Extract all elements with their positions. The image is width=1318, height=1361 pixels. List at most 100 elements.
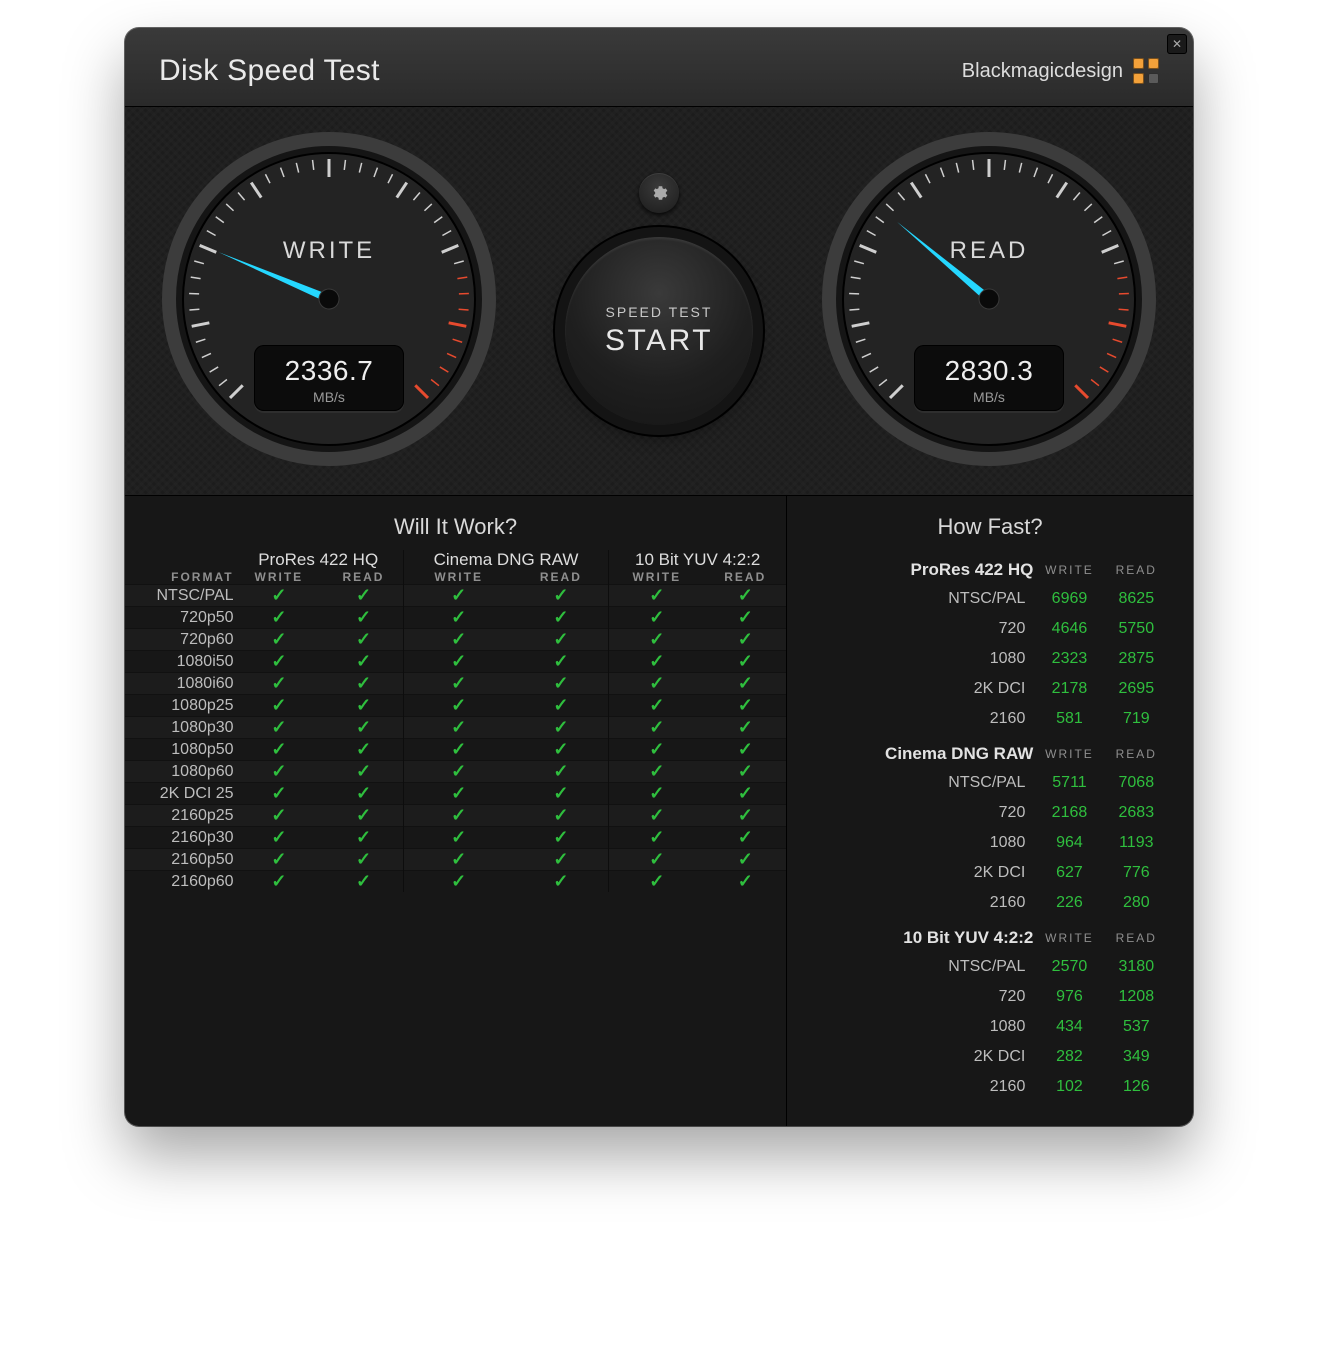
table-row: 2K DCI 25✓✓✓✓✓✓ xyxy=(125,783,786,805)
check-icon: ✓ xyxy=(324,761,403,783)
fast-row-label: NTSC/PAL xyxy=(813,768,1033,798)
gear-icon xyxy=(650,184,668,202)
format-label: 720p50 xyxy=(125,607,234,629)
fast-read-header: READ xyxy=(1106,734,1167,768)
format-label: 2160p50 xyxy=(125,849,234,871)
check-icon: ✓ xyxy=(234,695,325,717)
brand: Blackmagicdesign xyxy=(962,58,1159,84)
check-icon: ✓ xyxy=(704,805,786,827)
check-icon: ✓ xyxy=(704,761,786,783)
table-row: 2160 581 719 xyxy=(813,704,1167,734)
check-icon: ✓ xyxy=(513,607,608,629)
fast-read-value: 1208 xyxy=(1106,982,1167,1012)
fast-read-value: 776 xyxy=(1106,858,1167,888)
check-icon: ✓ xyxy=(234,783,325,805)
sub-read: READ xyxy=(324,570,403,585)
check-icon: ✓ xyxy=(403,805,513,827)
check-icon: ✓ xyxy=(324,673,403,695)
table-row: 2160 102 126 xyxy=(813,1072,1167,1102)
fast-row-label: 720 xyxy=(813,798,1033,828)
check-icon: ✓ xyxy=(324,651,403,673)
fast-row-label: 2K DCI xyxy=(813,858,1033,888)
start-line2: START xyxy=(605,324,713,358)
fast-write-header: WRITE xyxy=(1033,734,1105,768)
check-icon: ✓ xyxy=(324,871,403,893)
fast-row-label: NTSC/PAL xyxy=(813,952,1033,982)
table-row: 720 2168 2683 xyxy=(813,798,1167,828)
format-label: 720p60 xyxy=(125,629,234,651)
start-button[interactable]: SPEED TEST START xyxy=(565,237,753,425)
check-icon: ✓ xyxy=(234,651,325,673)
check-icon: ✓ xyxy=(609,805,705,827)
fast-row-label: 1080 xyxy=(813,644,1033,674)
fast-write-value: 964 xyxy=(1033,828,1105,858)
check-icon: ✓ xyxy=(403,673,513,695)
read-gauge: READ 2830.3 MB/s xyxy=(819,129,1159,469)
check-icon: ✓ xyxy=(513,739,608,761)
fast-codec: 10 Bit YUV 4:2:2 xyxy=(813,918,1033,952)
format-label: 1080i60 xyxy=(125,673,234,695)
check-icon: ✓ xyxy=(609,585,705,607)
fast-read-value: 1193 xyxy=(1106,828,1167,858)
table-row: 1080 964 1193 xyxy=(813,828,1167,858)
check-icon: ✓ xyxy=(704,629,786,651)
fast-write-value: 2168 xyxy=(1033,798,1105,828)
settings-button[interactable] xyxy=(639,173,679,213)
format-label: 2K DCI 25 xyxy=(125,783,234,805)
fast-write-value: 434 xyxy=(1033,1012,1105,1042)
check-icon: ✓ xyxy=(403,695,513,717)
check-icon: ✓ xyxy=(609,651,705,673)
header: Disk Speed Test Blackmagicdesign xyxy=(125,28,1193,107)
table-row: 2160p50✓✓✓✓✓✓ xyxy=(125,849,786,871)
check-icon: ✓ xyxy=(234,629,325,651)
fast-read-value: 2683 xyxy=(1106,798,1167,828)
fast-write-header: WRITE xyxy=(1033,918,1105,952)
check-icon: ✓ xyxy=(234,805,325,827)
format-label: 2160p30 xyxy=(125,827,234,849)
fast-row-label: 720 xyxy=(813,614,1033,644)
check-icon: ✓ xyxy=(324,717,403,739)
fast-write-value: 282 xyxy=(1033,1042,1105,1072)
check-icon: ✓ xyxy=(704,673,786,695)
fast-read-value: 349 xyxy=(1106,1042,1167,1072)
table-row: 720 976 1208 xyxy=(813,982,1167,1012)
check-icon: ✓ xyxy=(513,805,608,827)
check-icon: ✓ xyxy=(234,585,325,607)
table-row: 1080i60✓✓✓✓✓✓ xyxy=(125,673,786,695)
read-readout: 2830.3 MB/s xyxy=(914,345,1064,411)
check-icon: ✓ xyxy=(704,695,786,717)
fast-read-value: 280 xyxy=(1106,888,1167,918)
check-icon: ✓ xyxy=(403,783,513,805)
fast-write-value: 627 xyxy=(1033,858,1105,888)
check-icon: ✓ xyxy=(513,585,608,607)
check-icon: ✓ xyxy=(513,871,608,893)
fast-write-value: 2323 xyxy=(1033,644,1105,674)
table-row: 2K DCI 2178 2695 xyxy=(813,674,1167,704)
codec-header: ProRes 422 HQ xyxy=(234,550,404,570)
check-icon: ✓ xyxy=(234,761,325,783)
check-icon: ✓ xyxy=(234,871,325,893)
check-icon: ✓ xyxy=(234,739,325,761)
check-icon: ✓ xyxy=(609,607,705,629)
close-icon[interactable]: ✕ xyxy=(1167,34,1187,54)
check-icon: ✓ xyxy=(513,783,608,805)
fast-title: How Fast? xyxy=(787,496,1193,550)
check-icon: ✓ xyxy=(324,695,403,717)
check-icon: ✓ xyxy=(704,585,786,607)
check-icon: ✓ xyxy=(324,607,403,629)
check-icon: ✓ xyxy=(513,673,608,695)
table-row: 1080p60✓✓✓✓✓✓ xyxy=(125,761,786,783)
will-title: Will It Work? xyxy=(125,496,786,550)
check-icon: ✓ xyxy=(403,651,513,673)
check-icon: ✓ xyxy=(609,673,705,695)
table-row: 1080 434 537 xyxy=(813,1012,1167,1042)
fast-write-value: 6969 xyxy=(1033,584,1105,614)
check-icon: ✓ xyxy=(704,739,786,761)
codec-header: Cinema DNG RAW xyxy=(403,550,608,570)
check-icon: ✓ xyxy=(609,827,705,849)
fast-write-value: 5711 xyxy=(1033,768,1105,798)
table-row: NTSC/PAL 2570 3180 xyxy=(813,952,1167,982)
check-icon: ✓ xyxy=(704,717,786,739)
check-icon: ✓ xyxy=(403,871,513,893)
table-row: 1080i50✓✓✓✓✓✓ xyxy=(125,651,786,673)
